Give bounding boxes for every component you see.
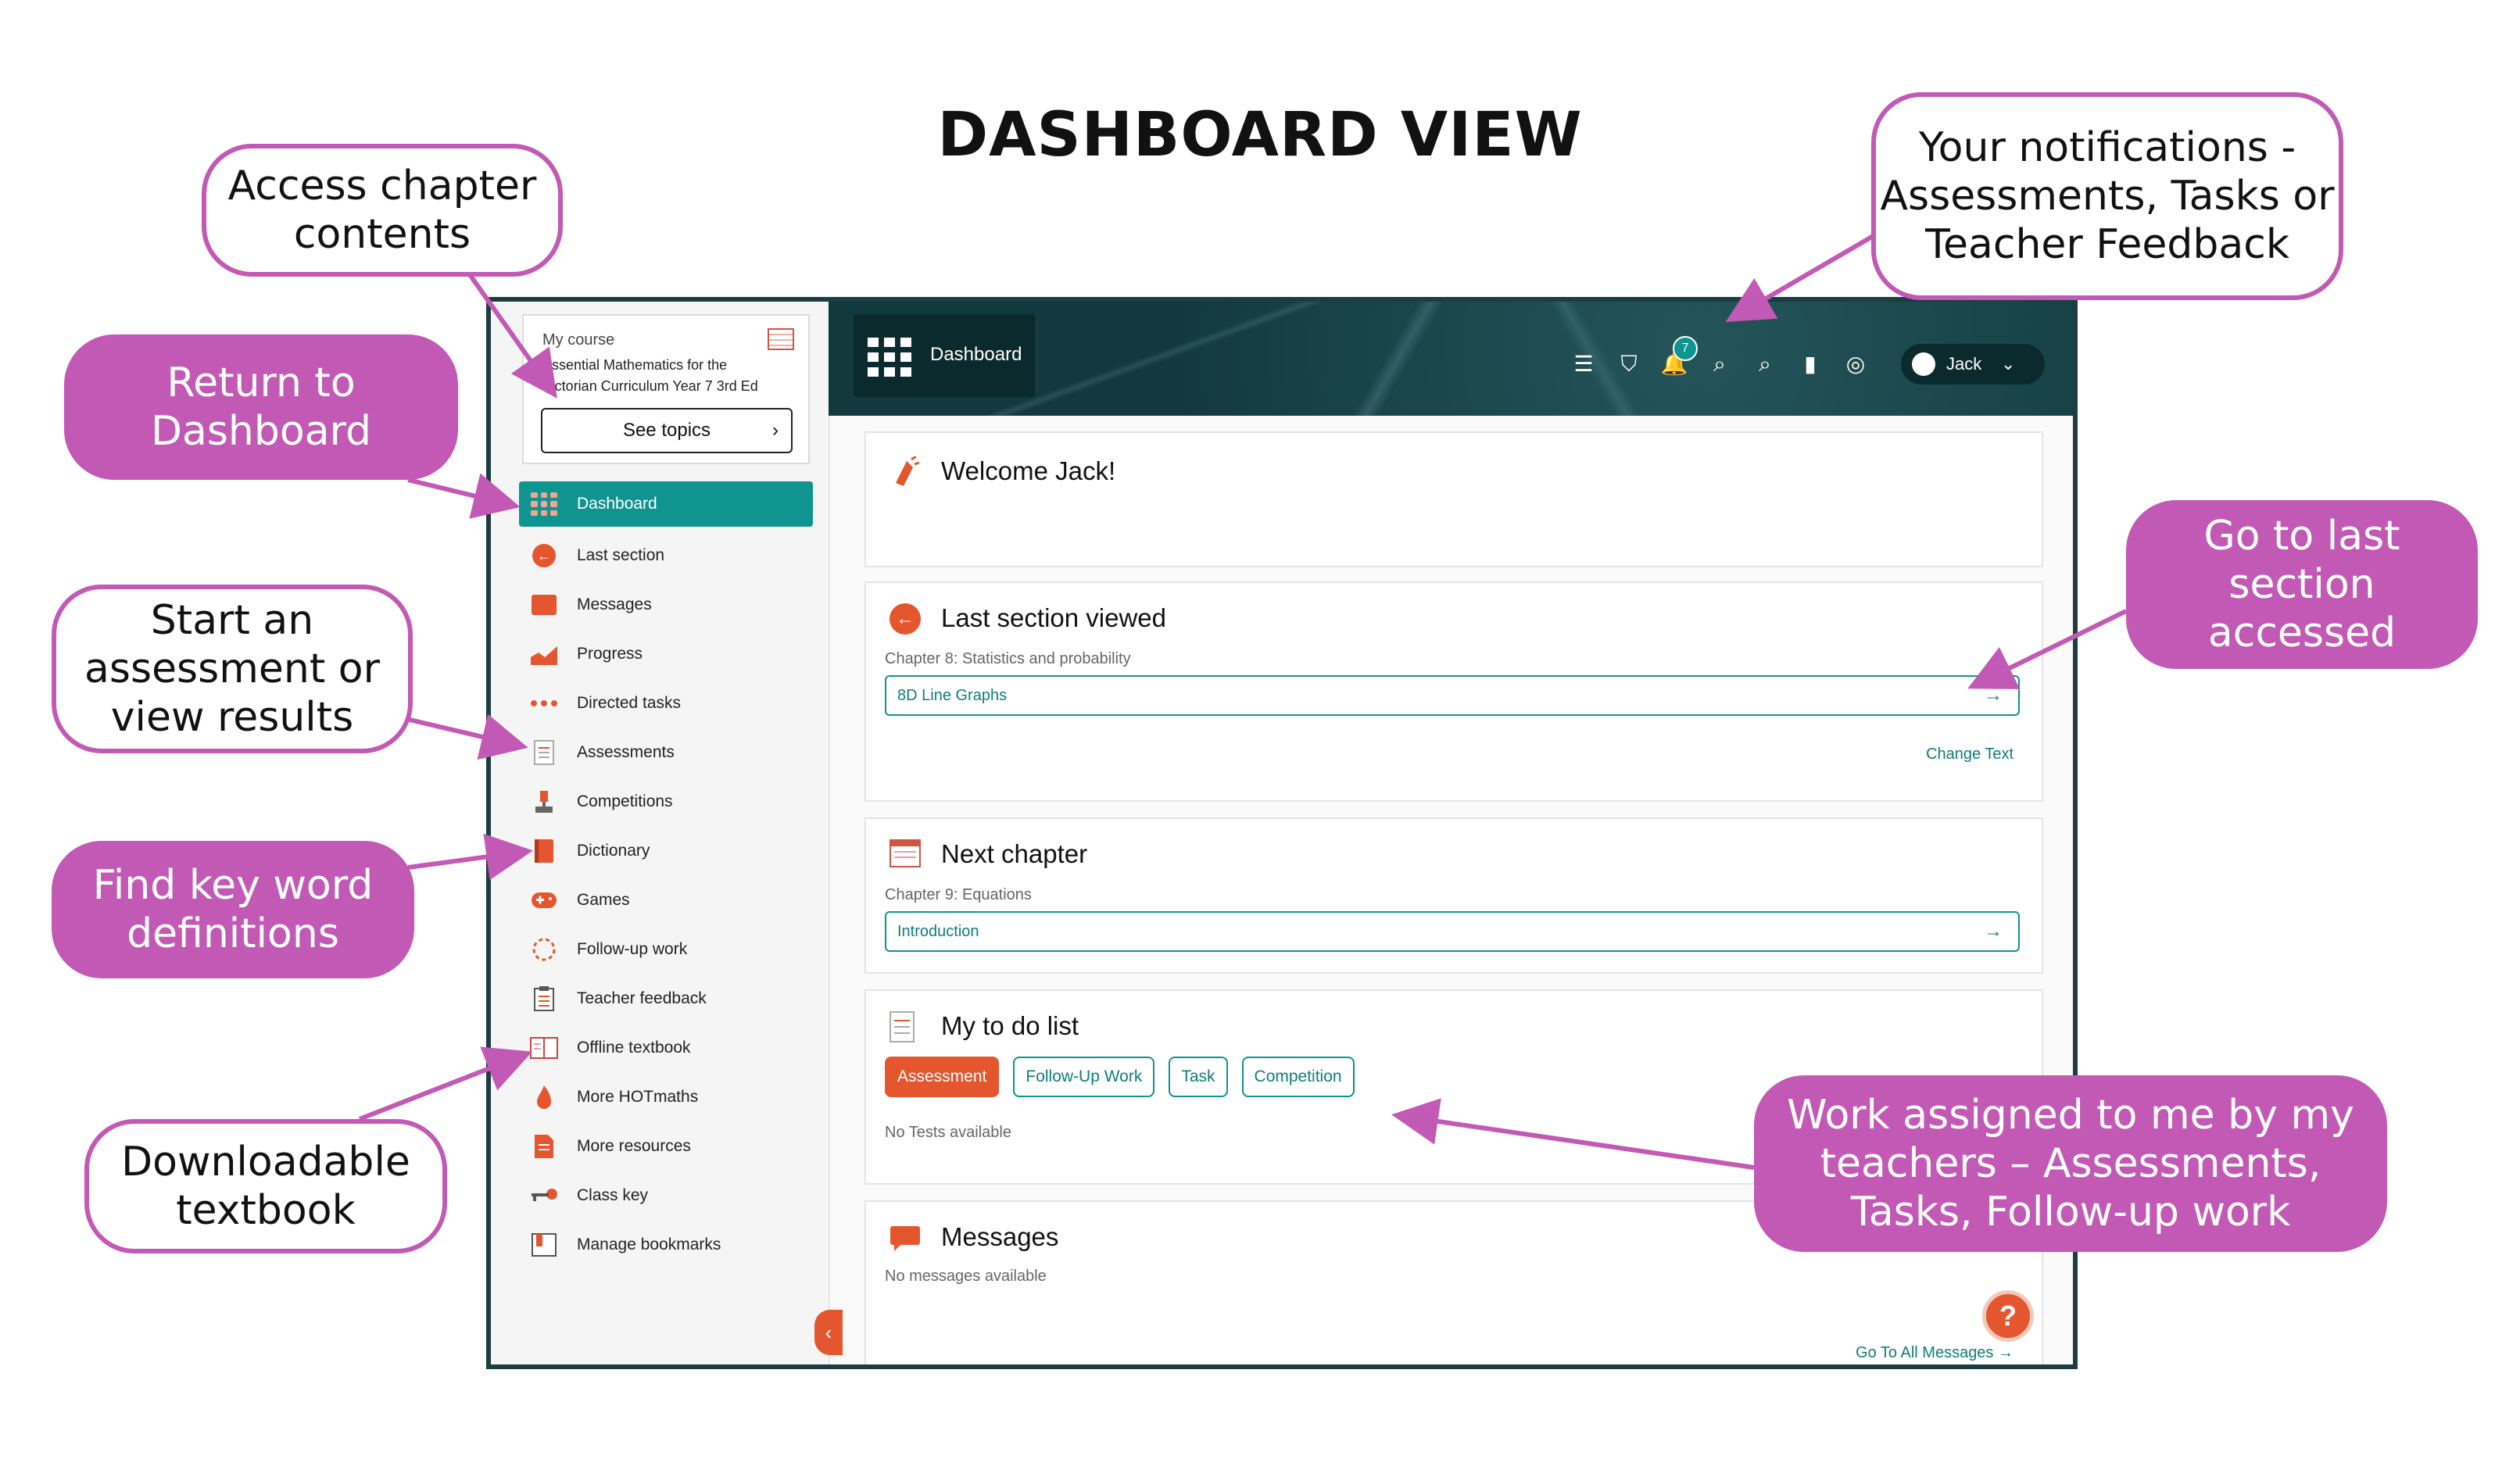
callout-last-section: Go to last section accessed [2126, 500, 2478, 669]
callout-return-dashboard: Return to Dashboard [64, 334, 458, 480]
arrow-assessments [406, 713, 528, 760]
arrow-dashboard [407, 473, 521, 519]
arrow-dictionary [407, 833, 533, 881]
callout-key-word: Find key word definitions [52, 841, 414, 978]
arrow-last-section [1967, 609, 2128, 689]
callout-textbook: Downloadable textbook [84, 1119, 447, 1253]
arrow-todo [1391, 1098, 1755, 1170]
arrow-chapter-contents [467, 272, 557, 399]
callout-assessment: Start an assessment or view results [52, 585, 413, 753]
arrow-notifications [1725, 232, 1877, 323]
callout-chapter-contents: Access chapter contents [202, 144, 563, 277]
arrow-offline-textbook [358, 1046, 533, 1121]
callout-notifications: Your notifications - Assessments, Tasks … [1871, 92, 2343, 300]
callout-work-assigned: Work assigned to me by my teachers – Ass… [1754, 1075, 2387, 1252]
